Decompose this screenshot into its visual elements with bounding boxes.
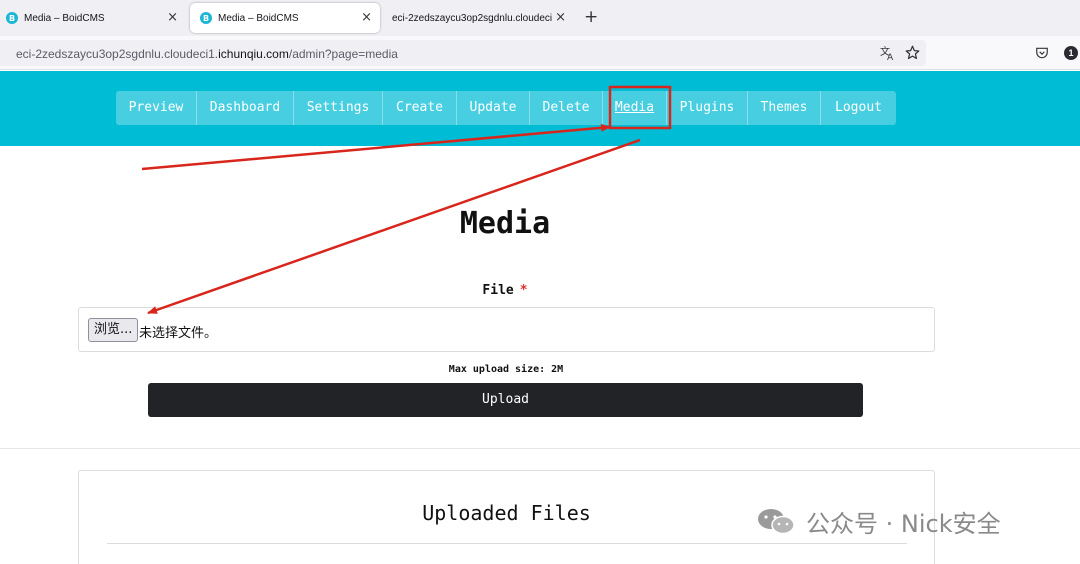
url-host: ichunqiu.com (218, 47, 289, 61)
upload-button[interactable]: Upload (148, 383, 863, 417)
nav-settings[interactable]: Settings (294, 91, 383, 125)
url-text: eci-2zedszaycu3op2sgdnlu.cloudeci1.ichun… (16, 47, 398, 61)
no-file-selected-text: 未选择文件。 (139, 326, 218, 341)
watermark-text: 公众号 · Nick安全 (806, 509, 1001, 538)
browser-tab-1[interactable]: B Media – BoidCMS × (0, 3, 186, 33)
browse-button[interactable]: 浏览... (88, 318, 139, 342)
close-tab-icon[interactable]: × (167, 10, 178, 25)
boidcms-favicon-icon: B (200, 12, 212, 24)
wechat-logo-icon (756, 506, 796, 536)
close-tab-icon[interactable]: × (555, 10, 566, 25)
boidcms-favicon-icon: B (6, 12, 18, 24)
browser-tab-3[interactable]: eci-2zedszaycu3op2sgdnlu.cloudeci1.ichun… (384, 3, 574, 33)
uploaded-files-rule (107, 543, 907, 544)
star-icon[interactable] (905, 45, 920, 64)
tab-title: eci-2zedszaycu3op2sgdnlu.cloudeci1.ichun… (392, 12, 552, 24)
nav-dashboard[interactable]: Dashboard (197, 91, 294, 125)
nav-media[interactable]: Media (603, 91, 667, 125)
notification-badge-icon[interactable]: 1 (1064, 46, 1078, 60)
nav-update[interactable]: Update (457, 91, 530, 125)
file-input[interactable]: 浏览... 未选择文件。 (78, 307, 935, 352)
file-field-label: File * (0, 283, 1010, 298)
browser-tab-bar: B Media – BoidCMS × B Media – BoidCMS × … (0, 0, 1080, 36)
nav-plugins[interactable]: Plugins (667, 91, 748, 125)
site-header: Preview Dashboard Settings Create Update… (0, 71, 1080, 146)
admin-nav: Preview Dashboard Settings Create Update… (116, 91, 896, 125)
required-asterisk: * (519, 283, 528, 298)
browser-toolbar: eci-2zedszaycu3op2sgdnlu.cloudeci1.ichun… (0, 36, 1080, 70)
browser-tab-2-active[interactable]: B Media – BoidCMS × (190, 3, 380, 33)
nav-preview[interactable]: Preview (116, 91, 197, 125)
watermark: 公众号 · Nick安全 (756, 504, 1001, 538)
translate-icon[interactable]: 文A (880, 45, 896, 65)
tab-title: Media – BoidCMS (24, 12, 105, 24)
tab-title: Media – BoidCMS (218, 12, 299, 24)
address-bar[interactable]: eci-2zedszaycu3op2sgdnlu.cloudeci1.ichun… (0, 40, 926, 66)
page-title: Media (459, 206, 551, 241)
new-tab-icon[interactable]: + (584, 7, 598, 27)
pocket-icon[interactable] (1035, 46, 1049, 64)
nav-themes[interactable]: Themes (748, 91, 821, 125)
url-prefix: eci-2zedszaycu3op2sgdnlu.cloudeci1. (16, 47, 219, 61)
nav-logout[interactable]: Logout (821, 91, 896, 125)
url-path: /admin?page=media (288, 47, 398, 61)
close-tab-icon[interactable]: × (361, 10, 372, 25)
nav-create[interactable]: Create (383, 91, 457, 125)
file-label-text: File (482, 283, 514, 298)
max-upload-size-note: Max upload size: 2M (448, 364, 564, 375)
svg-text:A: A (887, 53, 894, 61)
nav-delete[interactable]: Delete (530, 91, 603, 125)
section-divider (0, 448, 1080, 449)
